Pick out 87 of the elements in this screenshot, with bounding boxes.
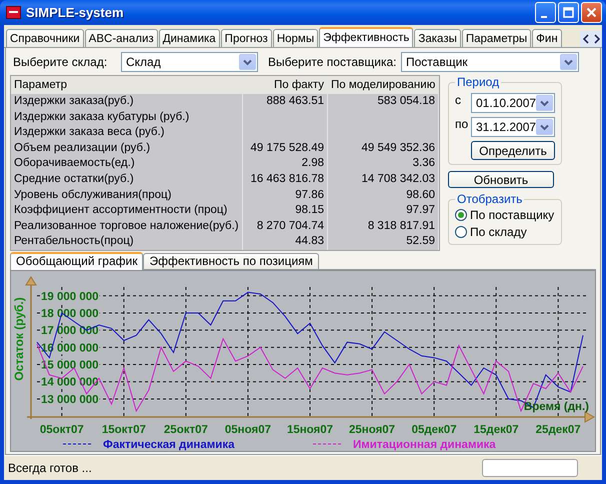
tab[interactable]: Эффективность <box>319 27 414 47</box>
table-cell: Средние остатки(руб.) <box>11 172 243 188</box>
close-icon <box>586 7 597 18</box>
table-cell: 16 463 816.78 <box>243 172 328 188</box>
table-cell: 8 318 817.91 <box>328 218 439 234</box>
table-cell: 97.86 <box>243 188 328 204</box>
dropdown-button[interactable] <box>536 95 553 111</box>
close-button[interactable] <box>581 2 602 23</box>
table-cell: 97.97 <box>328 203 439 219</box>
app-icon <box>6 6 21 19</box>
radio-label[interactable]: По складу <box>470 224 527 238</box>
table-cell: 49 175 528.49 <box>243 140 328 156</box>
date-field[interactable]: 31.12.2007 <box>471 117 555 137</box>
table-cell: 49 549 352.36 <box>328 140 439 156</box>
table-cell: 2.98 <box>243 156 328 172</box>
date-label: по <box>455 117 470 131</box>
table-cell: Издержки заказа(руб.) <box>11 94 243 110</box>
x-tick-label: 15ноя07 <box>286 424 334 436</box>
x-tick-label: 05окт07 <box>40 424 84 436</box>
tab[interactable]: ABC-анализ <box>84 29 158 47</box>
table-cell: Коэффициент ассортиментности (проц) <box>11 203 243 219</box>
table-cell: 98.15 <box>243 203 328 219</box>
dropdown-field[interactable]: Склад <box>121 52 258 72</box>
maximize-button[interactable] <box>558 2 579 23</box>
tab[interactable]: Фин <box>532 29 562 47</box>
table-cell: 3.36 <box>328 156 439 172</box>
column-header[interactable]: По факту <box>243 76 328 94</box>
tab[interactable]: Справочники <box>6 29 84 47</box>
table-cell: Издержки заказа веса (руб.) <box>11 125 243 141</box>
tab[interactable]: Обобщающий график <box>10 252 144 270</box>
filter-label: Выберите склад: <box>12 55 108 69</box>
chevron-down-icon <box>540 100 550 106</box>
table-cell: Рентабельность(проц) <box>11 234 243 250</box>
table-cell: Реализованное торговое наложение(руб.) <box>11 218 243 234</box>
determine-button[interactable]: Определить <box>471 141 555 160</box>
chevron-down-icon <box>540 124 550 130</box>
tab[interactable]: Динамика <box>158 29 220 47</box>
tab[interactable]: Нормы <box>272 29 318 47</box>
legend-label: Фактическая динамика <box>103 439 234 451</box>
table-cell: Издержки заказа кубатуры (руб.) <box>11 110 243 126</box>
group-title: Отобразить <box>456 192 524 206</box>
y-tick-label: 19 000 000 <box>41 290 99 303</box>
date-field[interactable]: 01.10.2007 <box>471 93 555 113</box>
dropdown-button[interactable] <box>239 54 256 70</box>
radio-button[interactable] <box>455 226 467 238</box>
x-tick-label: 25ноя07 <box>348 424 396 436</box>
tab[interactable]: Эффективность по позициям <box>143 253 319 269</box>
x-tick-label: 25окт07 <box>164 424 208 436</box>
table-cell: 8 270 704.74 <box>243 218 328 234</box>
table-cell: Уровень обслуживания(проц) <box>11 188 243 204</box>
x-tick-label: 15окт07 <box>102 424 146 436</box>
table-cell: 583 054.18 <box>328 94 439 110</box>
chevron-down-icon <box>243 58 252 66</box>
tab[interactable]: Заказы <box>414 29 461 47</box>
axis-title: Остаток (руб.) <box>12 297 26 381</box>
status-text: Всегда готов ... <box>8 461 93 475</box>
x-tick-label: 15дек07 <box>474 424 519 436</box>
x-tick-label: 25дек07 <box>536 424 581 436</box>
minimize-icon <box>541 16 547 18</box>
dropdown-button[interactable] <box>560 54 577 70</box>
table-cell: Объем реализации (руб.) <box>11 140 243 156</box>
table-cell: 888 463.51 <box>243 94 328 110</box>
chevron-down-icon <box>564 58 573 66</box>
tab[interactable]: Прогноз <box>220 29 272 47</box>
table-cell: 98.60 <box>328 188 439 204</box>
maximize-icon <box>563 7 574 18</box>
refresh-button[interactable]: Обновить <box>448 171 554 188</box>
filter-label: Выберите поставщика: <box>267 55 398 69</box>
window-title: SIMPLE-system <box>26 5 125 20</box>
table-cell: 52.59 <box>328 234 439 250</box>
tab[interactable]: Параметры <box>462 29 532 47</box>
x-tick-label: 05дек07 <box>412 424 457 436</box>
dropdown-button[interactable] <box>536 119 553 135</box>
date-label: с <box>455 93 462 107</box>
radio-label[interactable]: По поставщику <box>470 208 554 222</box>
x-tick-label: 05ноя07 <box>224 424 272 436</box>
radio-button[interactable] <box>455 208 467 220</box>
column-header[interactable]: По моделированию <box>328 76 439 94</box>
y-tick-label: 13 000 000 <box>41 394 99 406</box>
column-header[interactable]: Параметр <box>11 76 243 94</box>
table-cell: Оборачиваемость(ед.) <box>11 156 243 172</box>
minimize-button[interactable] <box>535 2 556 23</box>
dropdown-field[interactable]: Поставщик <box>401 52 579 72</box>
table-cell: 44.83 <box>243 234 328 250</box>
table-cell: 14 708 342.03 <box>328 172 439 188</box>
group-title: Период <box>456 75 500 89</box>
legend-label: Имитационная динамика <box>353 439 496 451</box>
